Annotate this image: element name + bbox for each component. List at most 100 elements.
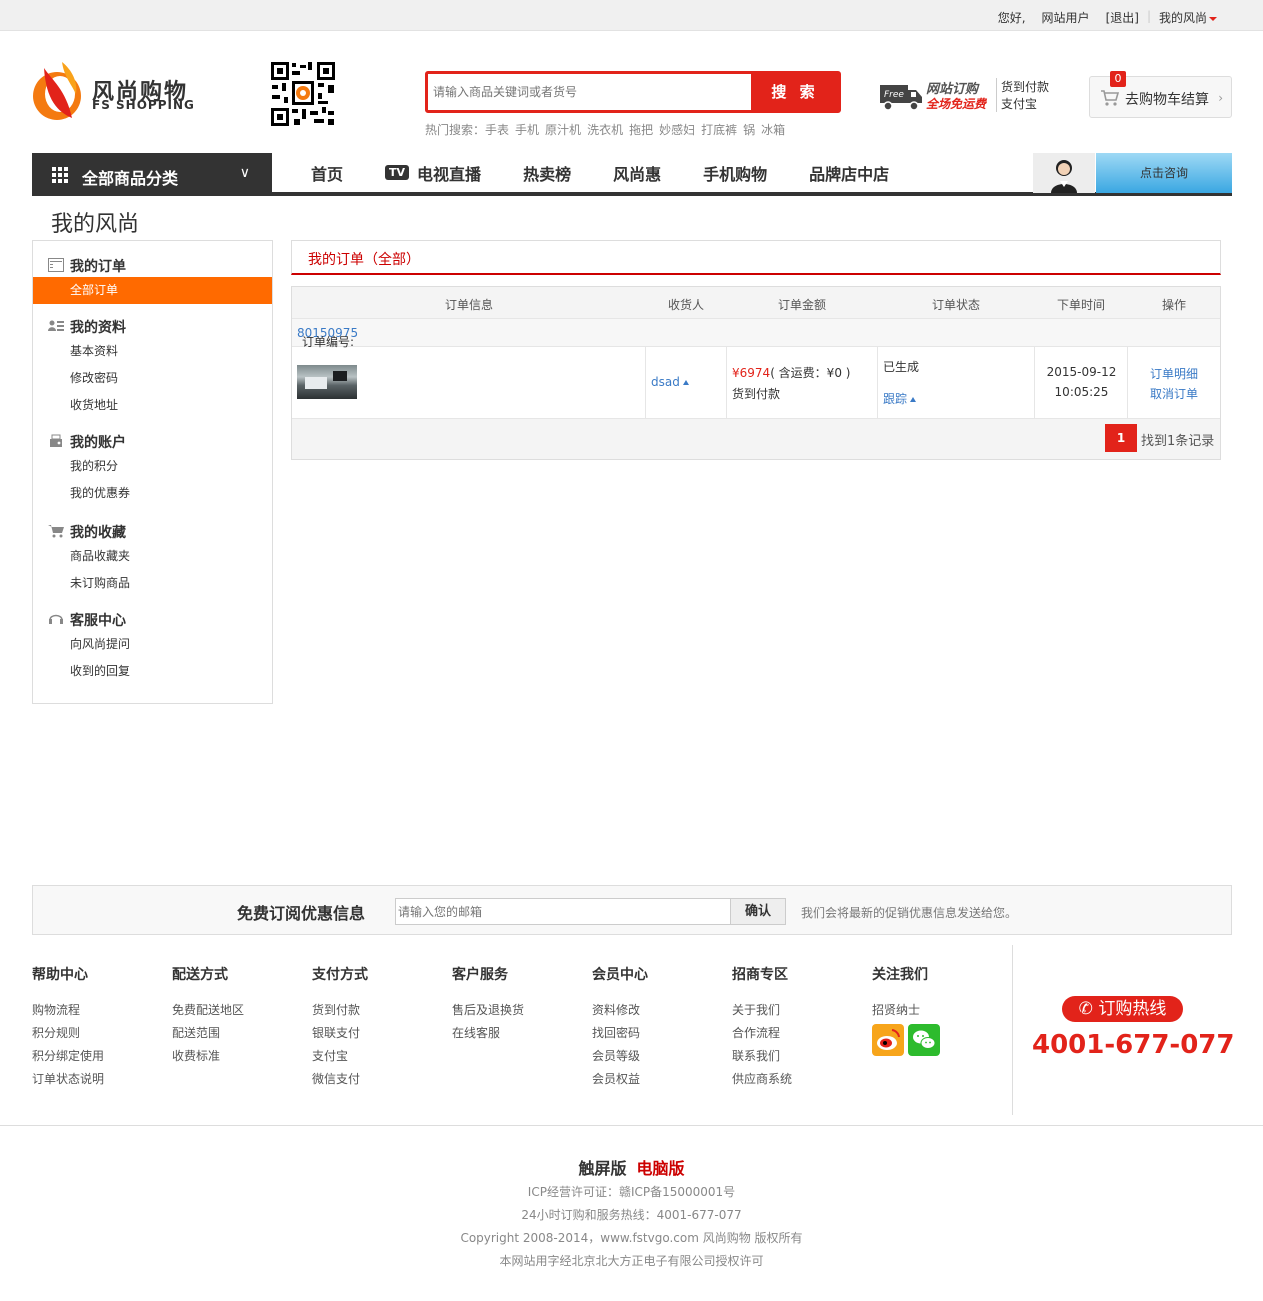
site-logo[interactable]: 风尚购物 FS SHOPPING <box>32 60 212 124</box>
hot-term[interactable]: 手表 <box>485 123 509 137</box>
sidebar-group-profile: 我的资料 基本资料 修改密码 收货地址 <box>33 314 272 419</box>
promo-cod: 货到付款 <box>996 78 1049 95</box>
footer-link[interactable]: 银联支付 <box>312 1022 442 1045</box>
footer-link[interactable]: 积分规则 <box>32 1022 162 1045</box>
icp-license: ICP经营许可证：赣ICP备15000001号 <box>527 1185 736 1199</box>
sidebar-item-unordered[interactable]: 未订购商品 <box>33 570 272 597</box>
touch-version-link[interactable]: 触屏版 <box>578 1159 626 1178</box>
cancel-order-link[interactable]: 取消订单 <box>1128 385 1220 402</box>
sidebar-item-favorites[interactable]: 商品收藏夹 <box>33 543 272 570</box>
cart-count-badge: 0 <box>1110 71 1126 87</box>
email-input[interactable] <box>395 898 731 925</box>
footer-link[interactable]: 售后及退换货 <box>452 999 582 1022</box>
footer-link[interactable]: 支付宝 <box>312 1045 442 1068</box>
footer-link[interactable]: 找回密码 <box>592 1022 722 1045</box>
footer-link[interactable]: 收费标准 <box>172 1045 302 1068</box>
footer-column-business: 招商专区 关于我们 合作流程 联系我们 供应商系统 <box>732 966 862 1091</box>
receiver-name: dsad <box>651 375 680 389</box>
footer-link[interactable]: 会员等级 <box>592 1045 722 1068</box>
username-link[interactable]: 网站用户 <box>1034 9 1098 26</box>
footer-link[interactable]: 购物流程 <box>32 999 162 1022</box>
track-link[interactable]: 跟踪 <box>883 390 917 407</box>
sidebar-item-change-password[interactable]: 修改密码 <box>33 365 272 392</box>
divider <box>0 1125 1263 1126</box>
footer-link[interactable]: 招贤纳士 <box>872 999 1002 1022</box>
search-button[interactable]: 搜 索 <box>751 73 839 111</box>
footer-link[interactable]: 合作流程 <box>732 1022 862 1045</box>
table-header: 订单信息 收货人 订单金额 订单状态 下单时间 操作 <box>292 287 1220 319</box>
receiver-cell: dsad <box>646 347 727 418</box>
subscribe-confirm-button[interactable]: 确认 <box>730 898 786 925</box>
wechat-icon[interactable] <box>908 1024 940 1056</box>
column-header: 下单时间 <box>1057 298 1106 312</box>
weibo-icon[interactable] <box>872 1024 904 1056</box>
footer-column-service: 客户服务 售后及退换货 在线客服 <box>452 966 582 1045</box>
subscribe-title: 免费订阅优惠信息 <box>237 904 366 923</box>
customer-service-icon <box>1051 160 1077 193</box>
subscribe-bar: 免费订阅优惠信息 确认 我们会将最新的促销优惠信息发送给您。 <box>32 885 1232 935</box>
sidebar-item-replies[interactable]: 收到的回复 <box>33 658 272 685</box>
hot-term[interactable]: 打底裤 <box>701 123 737 137</box>
footer-link[interactable]: 微信支付 <box>312 1068 442 1091</box>
footer-link[interactable]: 资料修改 <box>592 999 722 1022</box>
sidebar-item-coupons[interactable]: 我的优惠券 <box>33 480 272 507</box>
footer-link[interactable]: 在线客服 <box>452 1022 582 1045</box>
column-header: 订单状态 <box>932 298 981 312</box>
footer-heading: 会员中心 <box>592 967 648 983</box>
sidebar-heading: 我的资料 <box>70 320 126 336</box>
cart-button[interactable]: 0 去购物车结算 › <box>1089 71 1232 118</box>
sidebar-item-address[interactable]: 收货地址 <box>33 392 272 419</box>
footer-link[interactable]: 联系我们 <box>732 1045 862 1068</box>
my-account-menu[interactable]: 我的风尚 <box>1151 9 1225 26</box>
orders-table: 订单信息 收货人 订单金额 订单状态 下单时间 操作 订单编号: 8015097… <box>291 286 1221 460</box>
order-list-icon <box>48 258 64 272</box>
product-thumbnail[interactable] <box>297 365 357 399</box>
hot-search-label: 热门搜索： <box>425 123 486 137</box>
footer-link[interactable]: 订单状态说明 <box>32 1068 162 1091</box>
nav-home[interactable]: 首页 <box>311 161 343 185</box>
footer-link[interactable]: 关于我们 <box>732 999 862 1022</box>
hot-term[interactable]: 原汁机 <box>545 123 581 137</box>
all-categories-menu[interactable]: 全部商品分类 ∨ <box>32 153 272 196</box>
sidebar-item-ask[interactable]: 向风尚提问 <box>33 631 272 658</box>
footer-column-delivery: 配送方式 免费配送地区 配送范围 收费标准 <box>172 966 302 1068</box>
consult-button[interactable]: 点击咨询 <box>1033 153 1232 193</box>
pc-version-link[interactable]: 电脑版 <box>637 1159 685 1178</box>
free-badge: Free <box>884 90 904 100</box>
hot-term[interactable]: 锅 <box>743 123 755 137</box>
sidebar-item-basic-info[interactable]: 基本资料 <box>33 338 272 365</box>
nav-deals[interactable]: 风尚惠 <box>613 161 661 185</box>
hot-term[interactable]: 手机 <box>515 123 539 137</box>
my-account-label: 我的风尚 <box>1158 11 1207 25</box>
search-input[interactable] <box>433 77 749 107</box>
logout-link[interactable]: [退出] <box>1098 9 1147 26</box>
footer-column-follow: 关注我们 招贤纳士 <box>872 966 1002 1056</box>
order-date: 2015-09-12 <box>1046 365 1117 379</box>
hot-term[interactable]: 拖把 <box>629 123 653 137</box>
nav-tv-live[interactable]: TV 电视直播 <box>385 161 481 185</box>
page-button[interactable]: 1 <box>1105 424 1137 452</box>
footer-link[interactable]: 货到付款 <box>312 999 442 1022</box>
nav-brand-stores[interactable]: 品牌店中店 <box>809 161 889 185</box>
hot-term[interactable]: 妙感妇 <box>659 123 695 137</box>
sidebar-item-all-orders[interactable]: 全部订单 <box>33 277 272 304</box>
sidebar-item-points[interactable]: 我的积分 <box>33 453 272 480</box>
chevron-right-icon: › <box>1218 91 1223 105</box>
footer-link[interactable]: 免费配送地区 <box>172 999 302 1022</box>
order-status: 已生成 <box>883 360 920 374</box>
nav-tv-live-label: 电视直播 <box>417 164 482 184</box>
order-detail-link[interactable]: 订单明细 <box>1128 365 1220 382</box>
footer-link[interactable]: 积分绑定使用 <box>32 1045 162 1068</box>
nav-hot-list[interactable]: 热卖榜 <box>523 161 571 185</box>
hot-term[interactable]: 洗衣机 <box>587 123 623 137</box>
hot-term[interactable]: 冰箱 <box>761 123 785 137</box>
footer-link[interactable]: 会员权益 <box>592 1068 722 1091</box>
agent-avatar <box>1033 153 1095 193</box>
profile-icon <box>48 320 64 331</box>
footer-link[interactable]: 供应商系统 <box>732 1068 862 1091</box>
receiver-link[interactable]: dsad <box>651 375 689 389</box>
footer-heading: 客户服务 <box>452 967 508 983</box>
nav-mobile-shopping[interactable]: 手机购物 <box>703 161 767 185</box>
footer-link[interactable]: 配送范围 <box>172 1022 302 1045</box>
account-sidebar: 我的订单 全部订单 我的资料 基本资料 修改密码 收货地址 我的账户 我的积分 … <box>32 240 273 704</box>
